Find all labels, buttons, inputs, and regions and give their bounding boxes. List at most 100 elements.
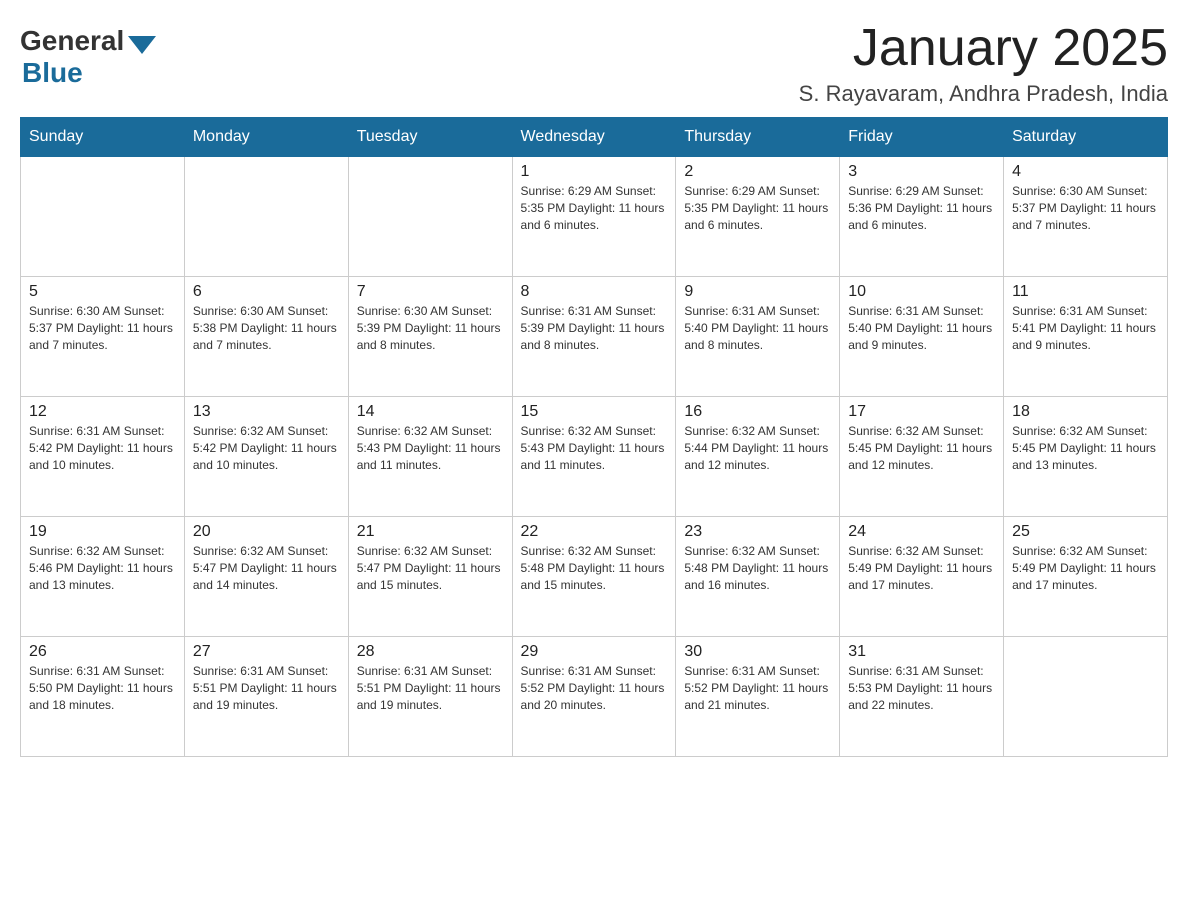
calendar-cell: 15 Sunrise: 6:32 AM Sunset: 5:43 PM Dayli…	[512, 397, 676, 517]
location: S. Rayavaram, Andhra Pradesh, India	[799, 81, 1168, 107]
calendar-cell: 7 Sunrise: 6:30 AM Sunset: 5:39 PM Daylig…	[348, 277, 512, 397]
calendar-cell: 1 Sunrise: 6:29 AM Sunset: 5:35 PM Daylig…	[512, 157, 676, 277]
day-info: Sunrise: 6:30 AM Sunset: 5:38 PM Dayligh…	[193, 303, 340, 353]
calendar-cell: 28 Sunrise: 6:31 AM Sunset: 5:51 PM Dayli…	[348, 637, 512, 757]
day-number: 8	[521, 283, 668, 301]
calendar-table: SundayMondayTuesdayWednesdayThursdayFrid…	[20, 117, 1168, 757]
day-number: 22	[521, 523, 668, 541]
day-info: Sunrise: 6:31 AM Sunset: 5:42 PM Dayligh…	[29, 423, 176, 473]
day-number: 12	[29, 403, 176, 421]
calendar-cell: 3Sunrise: 6:29 AM Sunset: 5:36 PM Daylig…	[840, 157, 1004, 277]
day-info: Sunrise: 6:31 AM Sunset: 5:51 PM Dayligh…	[193, 663, 340, 713]
day-number: 10	[848, 283, 995, 301]
day-info: Sunrise: 6:32 AM Sunset: 5:48 PM Dayligh…	[684, 543, 831, 593]
calendar-week-3: 12 Sunrise: 6:31 AM Sunset: 5:42 PM Dayli…	[21, 397, 1168, 517]
day-number: 13	[193, 403, 340, 421]
calendar-cell: 19Sunrise: 6:32 AM Sunset: 5:46 PM Dayli…	[21, 517, 185, 637]
logo-arrow-icon	[128, 36, 156, 54]
day-info: Sunrise: 6:32 AM Sunset: 5:48 PM Dayligh…	[521, 543, 668, 593]
calendar-week-2: 5 Sunrise: 6:30 AM Sunset: 5:37 PM Daylig…	[21, 277, 1168, 397]
header-wednesday: Wednesday	[512, 118, 676, 157]
calendar-cell: 4Sunrise: 6:30 AM Sunset: 5:37 PM Daylig…	[1004, 157, 1168, 277]
calendar-cell: 6Sunrise: 6:30 AM Sunset: 5:38 PM Daylig…	[184, 277, 348, 397]
day-info: Sunrise: 6:31 AM Sunset: 5:52 PM Dayligh…	[684, 663, 831, 713]
day-info: Sunrise: 6:32 AM Sunset: 5:47 PM Dayligh…	[357, 543, 504, 593]
day-number: 21	[357, 523, 504, 541]
day-info: Sunrise: 6:32 AM Sunset: 5:45 PM Dayligh…	[848, 423, 995, 473]
day-number: 9	[684, 283, 831, 301]
calendar-cell: 9 Sunrise: 6:31 AM Sunset: 5:40 PM Daylig…	[676, 277, 840, 397]
title-section: January 2025 S. Rayavaram, Andhra Prades…	[799, 20, 1168, 107]
day-number: 23	[684, 523, 831, 541]
calendar-cell	[21, 157, 185, 277]
day-info: Sunrise: 6:31 AM Sunset: 5:40 PM Dayligh…	[684, 303, 831, 353]
day-info: Sunrise: 6:30 AM Sunset: 5:37 PM Dayligh…	[1012, 183, 1159, 233]
calendar-cell: 22 Sunrise: 6:32 AM Sunset: 5:48 PM Dayli…	[512, 517, 676, 637]
logo-general-text: General	[20, 25, 124, 57]
calendar-cell: 21 Sunrise: 6:32 AM Sunset: 5:47 PM Dayli…	[348, 517, 512, 637]
calendar-week-5: 26Sunrise: 6:31 AM Sunset: 5:50 PM Dayli…	[21, 637, 1168, 757]
day-info: Sunrise: 6:32 AM Sunset: 5:49 PM Dayligh…	[1012, 543, 1159, 593]
day-info: Sunrise: 6:31 AM Sunset: 5:40 PM Dayligh…	[848, 303, 995, 353]
calendar-cell: 12 Sunrise: 6:31 AM Sunset: 5:42 PM Dayli…	[21, 397, 185, 517]
day-number: 2	[684, 163, 831, 181]
day-info: Sunrise: 6:29 AM Sunset: 5:35 PM Dayligh…	[684, 183, 831, 233]
page-header: General Blue January 2025 S. Rayavaram, …	[20, 20, 1168, 107]
calendar-cell: 2 Sunrise: 6:29 AM Sunset: 5:35 PM Daylig…	[676, 157, 840, 277]
calendar-cell: 8 Sunrise: 6:31 AM Sunset: 5:39 PM Daylig…	[512, 277, 676, 397]
day-info: Sunrise: 6:31 AM Sunset: 5:51 PM Dayligh…	[357, 663, 504, 713]
calendar-week-4: 19Sunrise: 6:32 AM Sunset: 5:46 PM Dayli…	[21, 517, 1168, 637]
calendar-cell: 25 Sunrise: 6:32 AM Sunset: 5:49 PM Dayli…	[1004, 517, 1168, 637]
month-title: January 2025	[799, 20, 1168, 77]
day-info: Sunrise: 6:31 AM Sunset: 5:50 PM Dayligh…	[29, 663, 176, 713]
day-info: Sunrise: 6:32 AM Sunset: 5:45 PM Dayligh…	[1012, 423, 1159, 473]
day-number: 30	[684, 643, 831, 661]
day-info: Sunrise: 6:30 AM Sunset: 5:37 PM Dayligh…	[29, 303, 176, 353]
calendar-cell: 23 Sunrise: 6:32 AM Sunset: 5:48 PM Dayli…	[676, 517, 840, 637]
calendar-cell: 13Sunrise: 6:32 AM Sunset: 5:42 PM Dayli…	[184, 397, 348, 517]
day-info: Sunrise: 6:30 AM Sunset: 5:39 PM Dayligh…	[357, 303, 504, 353]
calendar-header-row: SundayMondayTuesdayWednesdayThursdayFrid…	[21, 118, 1168, 157]
day-number: 28	[357, 643, 504, 661]
calendar-cell: 24 Sunrise: 6:32 AM Sunset: 5:49 PM Dayli…	[840, 517, 1004, 637]
calendar-cell: 29 Sunrise: 6:31 AM Sunset: 5:52 PM Dayli…	[512, 637, 676, 757]
day-info: Sunrise: 6:32 AM Sunset: 5:47 PM Dayligh…	[193, 543, 340, 593]
calendar-cell: 17Sunrise: 6:32 AM Sunset: 5:45 PM Dayli…	[840, 397, 1004, 517]
header-saturday: Saturday	[1004, 118, 1168, 157]
day-number: 25	[1012, 523, 1159, 541]
day-number: 15	[521, 403, 668, 421]
header-sunday: Sunday	[21, 118, 185, 157]
day-info: Sunrise: 6:31 AM Sunset: 5:41 PM Dayligh…	[1012, 303, 1159, 353]
day-number: 7	[357, 283, 504, 301]
day-number: 19	[29, 523, 176, 541]
day-info: Sunrise: 6:32 AM Sunset: 5:43 PM Dayligh…	[521, 423, 668, 473]
calendar-cell: 18 Sunrise: 6:32 AM Sunset: 5:45 PM Dayli…	[1004, 397, 1168, 517]
day-number: 1	[521, 163, 668, 181]
day-info: Sunrise: 6:29 AM Sunset: 5:35 PM Dayligh…	[521, 183, 668, 233]
day-info: Sunrise: 6:32 AM Sunset: 5:49 PM Dayligh…	[848, 543, 995, 593]
day-info: Sunrise: 6:31 AM Sunset: 5:53 PM Dayligh…	[848, 663, 995, 713]
header-friday: Friday	[840, 118, 1004, 157]
day-info: Sunrise: 6:32 AM Sunset: 5:44 PM Dayligh…	[684, 423, 831, 473]
day-info: Sunrise: 6:31 AM Sunset: 5:52 PM Dayligh…	[521, 663, 668, 713]
calendar-cell: 26Sunrise: 6:31 AM Sunset: 5:50 PM Dayli…	[21, 637, 185, 757]
header-monday: Monday	[184, 118, 348, 157]
logo-blue-text: Blue	[22, 57, 83, 89]
day-number: 16	[684, 403, 831, 421]
day-number: 29	[521, 643, 668, 661]
calendar-cell	[184, 157, 348, 277]
day-number: 20	[193, 523, 340, 541]
calendar-cell: 27 Sunrise: 6:31 AM Sunset: 5:51 PM Dayli…	[184, 637, 348, 757]
day-info: Sunrise: 6:32 AM Sunset: 5:43 PM Dayligh…	[357, 423, 504, 473]
calendar-cell: 16 Sunrise: 6:32 AM Sunset: 5:44 PM Dayli…	[676, 397, 840, 517]
header-tuesday: Tuesday	[348, 118, 512, 157]
day-number: 11	[1012, 283, 1159, 301]
calendar-cell: 31Sunrise: 6:31 AM Sunset: 5:53 PM Dayli…	[840, 637, 1004, 757]
day-number: 18	[1012, 403, 1159, 421]
day-number: 5	[29, 283, 176, 301]
day-number: 27	[193, 643, 340, 661]
day-info: Sunrise: 6:31 AM Sunset: 5:39 PM Dayligh…	[521, 303, 668, 353]
day-number: 24	[848, 523, 995, 541]
calendar-cell: 20 Sunrise: 6:32 AM Sunset: 5:47 PM Dayli…	[184, 517, 348, 637]
calendar-cell: 5 Sunrise: 6:30 AM Sunset: 5:37 PM Daylig…	[21, 277, 185, 397]
